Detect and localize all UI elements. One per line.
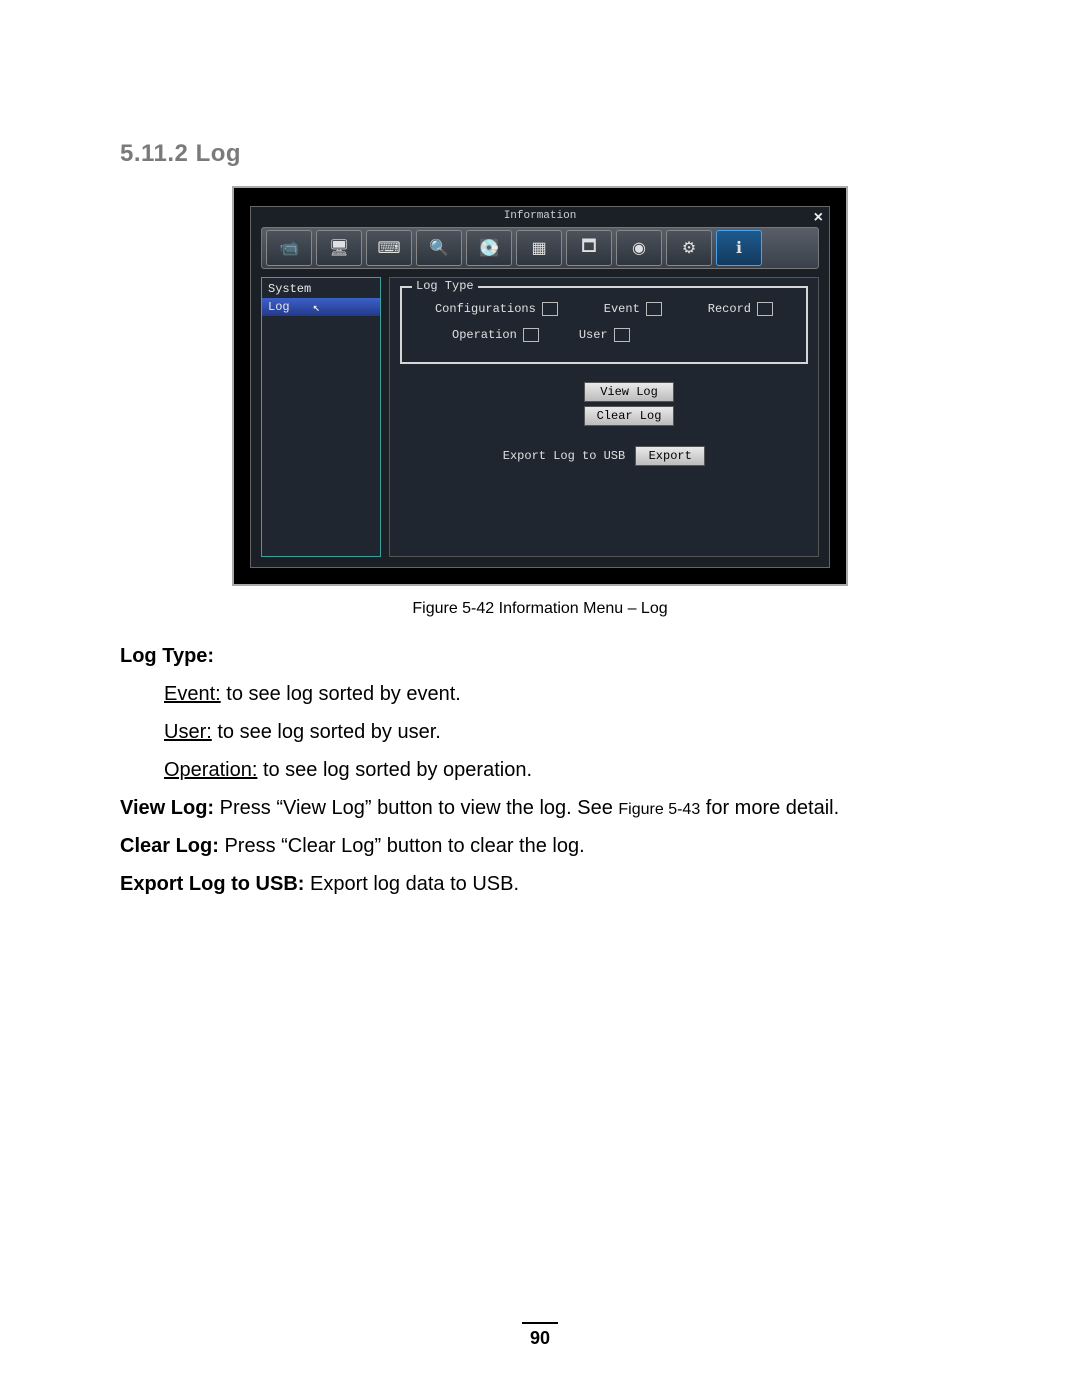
page-number: 90 xyxy=(0,1328,1080,1349)
export-label: Export Log to USB xyxy=(503,449,625,463)
event-term: Event: xyxy=(164,683,221,705)
sidebar: System Log ↖ xyxy=(261,277,381,557)
user-desc: to see log sorted by user. xyxy=(212,721,441,743)
information-window: Information × 📹 🖥 ⌨ 🔍 💽 ▦ 🗖 ◉ ⚙ ℹ S xyxy=(250,206,830,568)
checkbox-record[interactable]: Record xyxy=(708,302,773,316)
checkbox-label: Configurations xyxy=(435,302,536,316)
view-log-term: View Log: xyxy=(120,797,214,819)
checkbox-box-icon xyxy=(646,302,662,316)
log-type-heading: Log Type: xyxy=(120,645,214,667)
toolbar: 📹 🖥 ⌨ 🔍 💽 ▦ 🗖 ◉ ⚙ ℹ xyxy=(261,227,819,269)
window-title: Information xyxy=(251,210,829,222)
toolbar-disk-icon[interactable]: 💽 xyxy=(466,230,512,266)
toolbar-display-icon[interactable]: 🖥 xyxy=(316,230,362,266)
checkbox-box-icon xyxy=(542,302,558,316)
export-desc: Export log data to USB. xyxy=(304,873,519,895)
close-icon[interactable]: × xyxy=(814,209,823,227)
view-log-button[interactable]: View Log xyxy=(584,382,674,402)
checkbox-user[interactable]: User xyxy=(579,328,630,342)
cursor-icon: ↖ xyxy=(313,300,320,315)
checkbox-label: Operation xyxy=(452,328,517,342)
toolbar-grid-icon[interactable]: ▦ xyxy=(516,230,562,266)
checkbox-configurations[interactable]: Configurations xyxy=(435,302,558,316)
user-term: User: xyxy=(164,721,212,743)
checkbox-box-icon xyxy=(614,328,630,342)
operation-term: Operation: xyxy=(164,759,257,781)
view-log-desc-b: for more detail. xyxy=(700,797,839,819)
screenshot: Information × 📹 🖥 ⌨ 🔍 💽 ▦ 🗖 ◉ ⚙ ℹ S xyxy=(232,186,848,586)
checkbox-operation[interactable]: Operation xyxy=(452,328,539,342)
view-log-ref: Figure 5-43 xyxy=(618,801,700,818)
toolbar-ptz-icon[interactable]: 🗖 xyxy=(566,230,612,266)
export-term: Export Log to USB: xyxy=(120,873,304,895)
export-row: Export Log to USB Export xyxy=(390,446,818,466)
checkbox-box-icon xyxy=(757,302,773,316)
clear-log-desc: Press “Clear Log” button to clear the lo… xyxy=(219,835,585,857)
fieldset-legend: Log Type xyxy=(412,279,478,293)
event-desc: to see log sorted by event. xyxy=(221,683,461,705)
toolbar-keyboard-icon[interactable]: ⌨ xyxy=(366,230,412,266)
checkbox-label: Record xyxy=(708,302,751,316)
checkbox-box-icon xyxy=(523,328,539,342)
toolbar-gear-icon[interactable]: ⚙ xyxy=(666,230,712,266)
page-footer: 90 xyxy=(0,1322,1080,1349)
toolbar-info-icon[interactable]: ℹ xyxy=(716,230,762,266)
log-type-fieldset: Log Type Configurations Event xyxy=(400,286,808,364)
footer-divider xyxy=(522,1322,558,1324)
export-button[interactable]: Export xyxy=(635,446,705,466)
toolbar-camera-icon[interactable]: 📹 xyxy=(266,230,312,266)
section-heading: 5.11.2 Log xyxy=(120,140,960,168)
figure-caption: Figure 5-42 Information Menu – Log xyxy=(120,600,960,618)
clear-log-button[interactable]: Clear Log xyxy=(584,406,674,426)
log-buttons: View Log Clear Log xyxy=(584,382,674,426)
checkbox-label: Event xyxy=(604,302,640,316)
sidebar-item-label: Log xyxy=(268,300,290,314)
screenshot-container: Information × 📹 🖥 ⌨ 🔍 💽 ▦ 🗖 ◉ ⚙ ℹ S xyxy=(120,186,960,586)
view-log-desc-a: Press “View Log” button to view the log.… xyxy=(214,797,618,819)
main-panel: Log Type Configurations Event xyxy=(389,277,819,557)
document-body: Log Type: Event: to see log sorted by ev… xyxy=(120,640,960,900)
checkbox-event[interactable]: Event xyxy=(604,302,662,316)
toolbar-search-icon[interactable]: 🔍 xyxy=(416,230,462,266)
toolbar-record-icon[interactable]: ◉ xyxy=(616,230,662,266)
window-body: System Log ↖ Log Type Configurations xyxy=(261,277,819,557)
checkbox-label: User xyxy=(579,328,608,342)
document-page: 5.11.2 Log Information × 📹 🖥 ⌨ 🔍 💽 ▦ 🗖 ◉… xyxy=(0,0,1080,1397)
sidebar-item-log[interactable]: Log ↖ xyxy=(262,298,380,316)
operation-desc: to see log sorted by operation. xyxy=(257,759,532,781)
sidebar-item-system[interactable]: System xyxy=(262,280,380,298)
clear-log-term: Clear Log: xyxy=(120,835,219,857)
